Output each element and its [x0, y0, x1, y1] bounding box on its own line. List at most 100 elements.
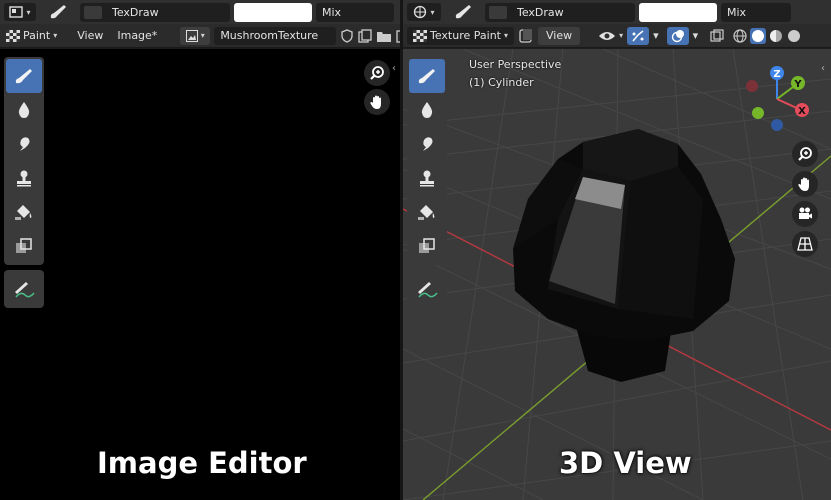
brush-tool-button[interactable]	[40, 3, 76, 21]
tool-mask[interactable]	[6, 229, 42, 263]
annotate-icon	[418, 282, 438, 298]
brush-color-swatch-3d[interactable]	[639, 2, 717, 22]
shading-wireframe-icon[interactable]	[732, 28, 748, 44]
xray-icon[interactable]	[710, 28, 724, 43]
texture-name-field[interactable]: MushroomTexture	[214, 26, 337, 45]
annotate-icon	[15, 282, 35, 298]
pan-button[interactable]	[364, 89, 390, 115]
perspective-label: User Perspective	[469, 58, 562, 71]
brush-color-swatch[interactable]	[234, 2, 312, 22]
menu-image[interactable]: Image*	[112, 29, 162, 42]
gizmo-icon	[632, 29, 644, 41]
tool-annotate-3d[interactable]	[409, 272, 445, 306]
camera-view-button[interactable]	[792, 201, 818, 227]
overlay-toggle[interactable]	[666, 26, 689, 45]
stamp-icon	[420, 170, 434, 187]
mushroom-mesh	[513, 129, 735, 382]
blend-mode-dropdown[interactable]: Mix	[316, 2, 394, 22]
tool-soften[interactable]	[6, 93, 42, 127]
paint-toolbar	[4, 57, 44, 265]
mode-label: Paint	[23, 29, 51, 42]
image-browse-dropdown[interactable]: ▾	[180, 26, 211, 45]
menu-view[interactable]: View	[72, 29, 108, 42]
overlay-icon	[671, 29, 684, 42]
gizmo-y-label: Y	[793, 79, 802, 90]
blend-mode-dropdown-3d[interactable]: Mix	[721, 2, 791, 22]
chevron-down-icon: ▾	[619, 31, 624, 40]
gizmo-z-label: Z	[773, 69, 780, 80]
tool-fill-3d[interactable]	[409, 195, 445, 229]
gizmo-neg-x[interactable]	[746, 80, 758, 92]
chevron-down-icon: ▾	[53, 31, 58, 40]
brush-tool-button-3d[interactable]	[445, 3, 481, 21]
tool-clone-3d[interactable]	[409, 161, 445, 195]
tool-annotate[interactable]	[6, 272, 42, 306]
bucket-icon	[15, 205, 32, 220]
gizmo-chevron-icon[interactable]: ▾	[653, 29, 659, 42]
overlay-chevron-icon[interactable]: ▾	[693, 29, 699, 42]
shading-rendered-icon[interactable]	[786, 28, 801, 44]
viewport-3d[interactable]: Z Y X User Perspective (1) Cylinder ‹ 3D…	[403, 49, 831, 500]
drop-icon	[18, 102, 30, 118]
zoom-button[interactable]	[364, 60, 390, 86]
shading-solid-icon[interactable]	[750, 27, 767, 44]
image-editor: ▾ TexDraw Mix Paint ▾ View Image* ▾ Mush…	[0, 0, 400, 500]
gizmo-x-label: X	[798, 106, 806, 117]
editor-type-selector[interactable]: ▾	[4, 3, 36, 21]
stamp-icon	[17, 170, 31, 187]
brush-name: TexDraw	[112, 5, 159, 19]
tool-soften-3d[interactable]	[409, 93, 445, 127]
camera-icon	[799, 207, 812, 219]
chevron-down-icon: ▾	[430, 7, 435, 17]
tool-clone[interactable]	[6, 161, 42, 195]
open-folder-icon[interactable]	[376, 29, 392, 43]
shading-material-icon[interactable]	[768, 28, 784, 44]
brush-icon	[50, 5, 66, 19]
brush-icon	[418, 69, 435, 84]
viewport-scene: Z Y X	[403, 49, 831, 500]
sidebar-toggle-icon[interactable]: ‹	[392, 63, 396, 74]
drop-icon	[421, 102, 433, 118]
mode-dropdown[interactable]: Paint ▾	[4, 29, 62, 42]
tool-fill[interactable]	[6, 195, 42, 229]
annotate-toolbar	[4, 270, 44, 308]
smear-icon	[20, 137, 30, 151]
gizmo-neg-y[interactable]	[752, 107, 764, 119]
image-editor-tool-header: ▾ TexDraw Mix	[0, 0, 400, 24]
mode-dropdown-3d[interactable]: Texture Paint ▾	[407, 26, 514, 45]
pan-button-3d[interactable]	[792, 171, 818, 197]
duplicate-image-icon[interactable]	[358, 28, 372, 43]
object-label: (1) Cylinder	[469, 76, 534, 89]
brush-icon	[15, 69, 33, 84]
tool-smear-3d[interactable]	[409, 127, 445, 161]
bucket-icon	[418, 205, 435, 220]
image-canvas[interactable]: ‹ Image Editor	[0, 49, 400, 500]
brush-browse-icon	[84, 5, 102, 19]
view-3d-menu-header: Texture Paint ▾ View ▾ ▾ ▾	[403, 24, 831, 48]
sidebar-toggle-icon-3d[interactable]: ‹	[821, 63, 825, 74]
tool-smear[interactable]	[6, 127, 42, 161]
view-3d-editor: ▾ TexDraw Mix Texture Paint ▾ View ▾ ▾ ▾…	[403, 0, 831, 500]
brush-selector-3d[interactable]: TexDraw	[485, 2, 635, 22]
visibility-dropdown[interactable]: ▾	[598, 30, 623, 42]
menu-view-3d[interactable]: View	[538, 26, 581, 45]
tool-draw[interactable]	[6, 59, 42, 93]
annotate-toolbar-3d	[407, 270, 447, 308]
axis-gizmo: Z Y X	[746, 66, 809, 131]
brush-selector[interactable]: TexDraw	[80, 2, 230, 22]
gizmo-toggle[interactable]	[627, 26, 650, 45]
tool-draw-3d[interactable]	[409, 59, 445, 93]
editor-type-selector-3d[interactable]: ▾	[407, 3, 441, 21]
ortho-toggle-button[interactable]	[792, 231, 818, 257]
hand-icon	[798, 177, 809, 191]
tool-mask-3d[interactable]	[409, 229, 445, 263]
smear-icon	[423, 137, 433, 151]
zoom-button-3d[interactable]	[792, 141, 818, 167]
fake-user-shield-icon[interactable]	[340, 28, 354, 43]
menu-view-3d-label: View	[546, 29, 573, 42]
image-icon	[185, 29, 198, 42]
brush-browse-icon	[489, 5, 507, 19]
local-view-icon[interactable]	[518, 28, 534, 44]
gizmo-neg-z[interactable]	[771, 119, 783, 131]
mask-icon	[16, 238, 32, 253]
